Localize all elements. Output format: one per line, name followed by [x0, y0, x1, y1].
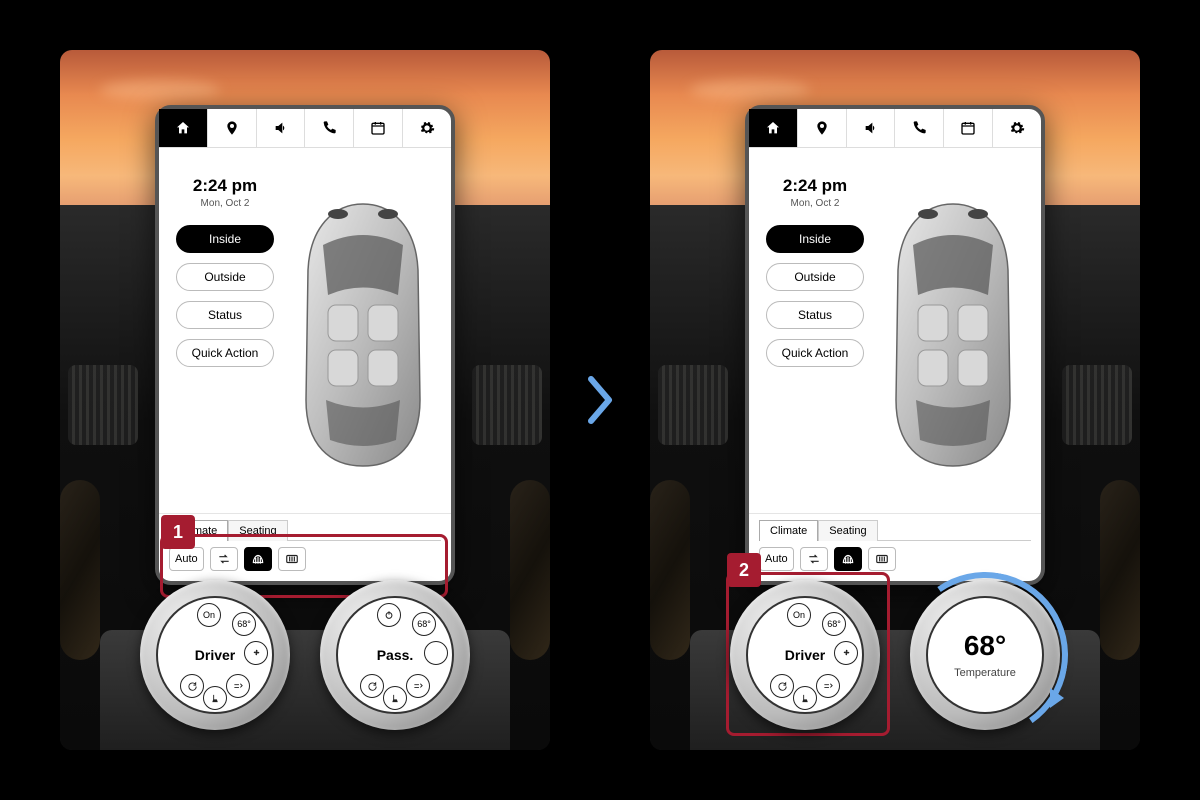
- view-pill-inside[interactable]: Inside: [766, 225, 864, 253]
- view-pill-inside[interactable]: Inside: [176, 225, 274, 253]
- nav-location[interactable]: [798, 109, 847, 147]
- clock-date: Mon, Oct 2: [783, 198, 847, 209]
- passenger-dial-fan[interactable]: [424, 641, 448, 665]
- nav-location[interactable]: [208, 109, 257, 147]
- passenger-dial-on[interactable]: [377, 603, 401, 627]
- nav-settings[interactable]: [993, 109, 1041, 147]
- temperature-dial-expanded[interactable]: 68° Temperature: [910, 580, 1060, 730]
- driver-dial-on[interactable]: On: [197, 603, 221, 627]
- climate-rear-defrost-button[interactable]: [278, 547, 306, 571]
- nav-calendar[interactable]: [944, 109, 993, 147]
- driver-dial-seat[interactable]: [793, 686, 817, 710]
- climate-auto-button[interactable]: Auto: [169, 547, 204, 571]
- driver-dial-cycle[interactable]: [770, 674, 794, 698]
- tab-seating[interactable]: Seating: [818, 520, 877, 541]
- center-display: 2:24 pm Mon, Oct 2 Inside Outside Status…: [155, 105, 455, 585]
- bottom-panel: Climate Seating Auto: [159, 513, 451, 581]
- temp-label: Temperature: [954, 667, 1016, 679]
- tab-seating[interactable]: Seating: [228, 520, 287, 541]
- clock: 2:24 pm Mon, Oct 2: [193, 176, 257, 209]
- clock-date: Mon, Oct 2: [193, 198, 257, 209]
- air-vent-right: [472, 365, 542, 445]
- driver-dial-airflow[interactable]: [816, 674, 840, 698]
- vehicle-top-view: [287, 162, 439, 507]
- view-pill-status[interactable]: Status: [766, 301, 864, 329]
- panel-after: 2:24 pm Mon, Oct 2 Inside Outside Status…: [650, 50, 1140, 750]
- climate-recirculate-button[interactable]: [800, 547, 828, 571]
- driver-dial-fan[interactable]: [834, 641, 858, 665]
- view-pill-status[interactable]: Status: [176, 301, 274, 329]
- climate-rear-defrost-button[interactable]: [868, 547, 896, 571]
- view-pill-outside[interactable]: Outside: [766, 263, 864, 291]
- view-pill-quick-action[interactable]: Quick Action: [176, 339, 274, 367]
- nav-volume[interactable]: [257, 109, 306, 147]
- view-pill-quick-action[interactable]: Quick Action: [766, 339, 864, 367]
- climate-front-defrost-button[interactable]: [834, 547, 862, 571]
- clock-time: 2:24 pm: [193, 176, 257, 196]
- driver-dial-seat[interactable]: [203, 686, 227, 710]
- driver-dial-cycle[interactable]: [180, 674, 204, 698]
- tab-climate[interactable]: Climate: [759, 520, 818, 541]
- nav-calendar[interactable]: [354, 109, 403, 147]
- nav-settings[interactable]: [403, 109, 451, 147]
- air-vent-left: [658, 365, 728, 445]
- passenger-dial-cycle[interactable]: [360, 674, 384, 698]
- tab-climate[interactable]: Climate: [169, 520, 228, 541]
- nav-phone[interactable]: [895, 109, 944, 147]
- top-nav: [749, 109, 1041, 148]
- passenger-dial-label: Pass.: [377, 647, 414, 663]
- passenger-dial-airflow[interactable]: [406, 674, 430, 698]
- climate-front-defrost-button[interactable]: [244, 547, 272, 571]
- driver-dial-on[interactable]: On: [787, 603, 811, 627]
- dial-row: Driver On 68° 68° Temperature: [650, 580, 1140, 730]
- bottom-panel: Climate Seating Auto: [749, 513, 1041, 581]
- air-vent-left: [68, 365, 138, 445]
- nav-volume[interactable]: [847, 109, 896, 147]
- top-nav: [159, 109, 451, 148]
- driver-dial-temp[interactable]: 68°: [822, 612, 846, 636]
- driver-dial-label: Driver: [785, 647, 825, 663]
- dial-row: Driver On 68° Pass. 68°: [60, 580, 550, 730]
- nav-home[interactable]: [749, 109, 798, 147]
- driver-dial-fan[interactable]: [244, 641, 268, 665]
- driver-dial[interactable]: Driver On 68°: [730, 580, 880, 730]
- driver-dial-label: Driver: [195, 647, 235, 663]
- clock-time: 2:24 pm: [783, 176, 847, 196]
- clock: 2:24 pm Mon, Oct 2: [783, 176, 847, 209]
- transition-arrow-icon: [580, 380, 620, 420]
- air-vent-right: [1062, 365, 1132, 445]
- driver-dial-temp[interactable]: 68°: [232, 612, 256, 636]
- panel-before: 2:24 pm Mon, Oct 2 Inside Outside Status…: [60, 50, 550, 750]
- passenger-dial[interactable]: Pass. 68°: [320, 580, 470, 730]
- driver-dial-airflow[interactable]: [226, 674, 250, 698]
- climate-recirculate-button[interactable]: [210, 547, 238, 571]
- climate-auto-button[interactable]: Auto: [759, 547, 794, 571]
- driver-dial[interactable]: Driver On 68°: [140, 580, 290, 730]
- vehicle-top-view: [877, 162, 1029, 507]
- nav-home[interactable]: [159, 109, 208, 147]
- temp-value: 68°: [964, 630, 1006, 662]
- rotate-arrowhead-icon: [1050, 688, 1064, 708]
- view-pill-outside[interactable]: Outside: [176, 263, 274, 291]
- center-display: 2:24 pm Mon, Oct 2 Inside Outside Status…: [745, 105, 1045, 585]
- passenger-dial-seat[interactable]: [383, 686, 407, 710]
- passenger-dial-temp[interactable]: 68°: [412, 612, 436, 636]
- nav-phone[interactable]: [305, 109, 354, 147]
